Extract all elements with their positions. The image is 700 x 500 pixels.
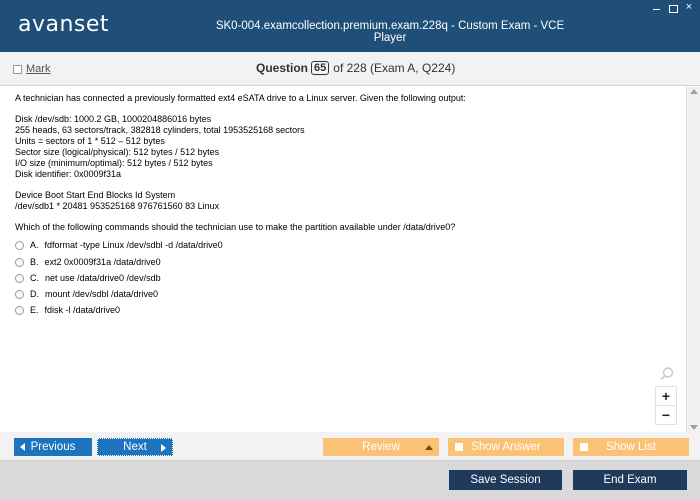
arrow-right-icon [161,444,166,452]
checkbox-icon[interactable] [580,443,588,451]
output-line: Disk identifier: 0x0009f31a [15,169,122,179]
answer-option-c[interactable]: C. net use /data/drive0 /dev/sdb [15,273,161,283]
output-line: Sector size (logical/physical): 512 byte… [15,147,220,157]
option-letter: E. [30,305,39,315]
option-letter: C. [30,273,39,283]
window-title: SK0-004.examcollection.premium.exam.228q… [215,20,565,44]
output-line: /dev/sdb1 * 20481 953525168 976761560 83… [15,201,220,211]
scroll-up-icon[interactable] [690,89,698,94]
option-letter: D. [30,289,39,299]
mark-checkbox[interactable]: Mark [13,63,50,75]
maximize-icon[interactable] [666,2,680,14]
arrow-left-icon [20,443,25,451]
radio-icon[interactable] [15,257,24,267]
question-word: Question [256,61,309,75]
save-session-button[interactable]: Save Session [449,470,562,490]
radio-icon[interactable] [15,273,24,283]
next-label: Next [123,441,147,453]
review-button[interactable]: Review [323,438,439,456]
question-counter: Question 65 of 228 (Exam A, Q224) [256,61,455,75]
footer-bar: Save Session End Exam [0,460,700,500]
question-intro: A technician has connected a previously … [15,93,466,103]
navigation-bar: Previous Next Review Show Answer Show Li… [0,432,700,460]
review-label: Review [362,441,400,453]
checkbox-icon[interactable] [455,443,463,451]
answer-option-a[interactable]: A. fdformat -type Linux /dev/sdbl -d /da… [15,240,223,250]
next-button[interactable]: Next [97,438,173,456]
output-line: Disk /dev/sdb: 1000.2 GB, 1000204886016 … [15,114,212,124]
output-line: Units = sectors of 1 * 512 – 512 bytes [15,136,165,146]
option-text: net use /data/drive0 /dev/sdb [45,273,161,283]
option-text: mount /dev/sdbl /data/drive0 [45,289,159,299]
zoom-in-button[interactable]: + [655,386,677,406]
question-content: A technician has connected a previously … [0,87,686,432]
minimize-icon[interactable] [650,2,664,14]
option-letter: B. [30,257,39,267]
title-bar: avanset SK0-004.examcollection.premium.e… [0,0,700,52]
radio-icon[interactable] [15,289,24,299]
option-text: ext2 0x0009f31a /data/drive0 [44,257,161,267]
vertical-scrollbar[interactable] [686,87,700,432]
mark-label[interactable]: Mark [26,63,50,75]
window-controls: × [650,2,696,14]
show-answer-button[interactable]: Show Answer [448,438,564,456]
zoom-out-button[interactable]: − [655,405,677,425]
option-letter: A. [30,240,39,250]
answer-option-b[interactable]: B. ext2 0x0009f31a /data/drive0 [15,257,161,267]
close-icon[interactable]: × [682,2,696,14]
previous-label: Previous [30,441,76,453]
end-exam-button[interactable]: End Exam [573,470,687,490]
app-logo: avanset [18,12,110,37]
output-line: 255 heads, 63 sectors/track, 382818 cyli… [15,125,305,135]
question-total: of 228 (Exam A, Q224) [333,61,456,75]
show-list-button[interactable]: Show List [573,438,689,456]
output-line: I/O size (minimum/optimal): 512 bytes / … [15,158,213,168]
option-text: fdisk -l /data/drive0 [44,305,121,315]
scroll-down-icon[interactable] [690,425,698,430]
caret-up-icon [425,445,433,450]
show-answer-label: Show Answer [471,441,541,453]
zoom-search-icon[interactable] [659,366,675,382]
question-prompt: Which of the following commands should t… [15,222,456,232]
answer-option-e[interactable]: E. fdisk -l /data/drive0 [15,305,120,315]
output-line: Device Boot Start End Blocks Id System [15,190,176,200]
radio-icon[interactable] [15,240,24,250]
answer-option-d[interactable]: D. mount /dev/sdbl /data/drive0 [15,289,158,299]
checkbox-icon[interactable] [13,64,22,74]
question-number[interactable]: 65 [311,61,330,75]
radio-icon[interactable] [15,305,24,315]
previous-button[interactable]: Previous [14,438,92,456]
option-text: fdformat -type Linux /dev/sdbl -d /data/… [44,240,223,250]
question-header: Mark Question 65 of 228 (Exam A, Q224) [0,52,700,86]
show-list-label: Show List [606,441,656,453]
